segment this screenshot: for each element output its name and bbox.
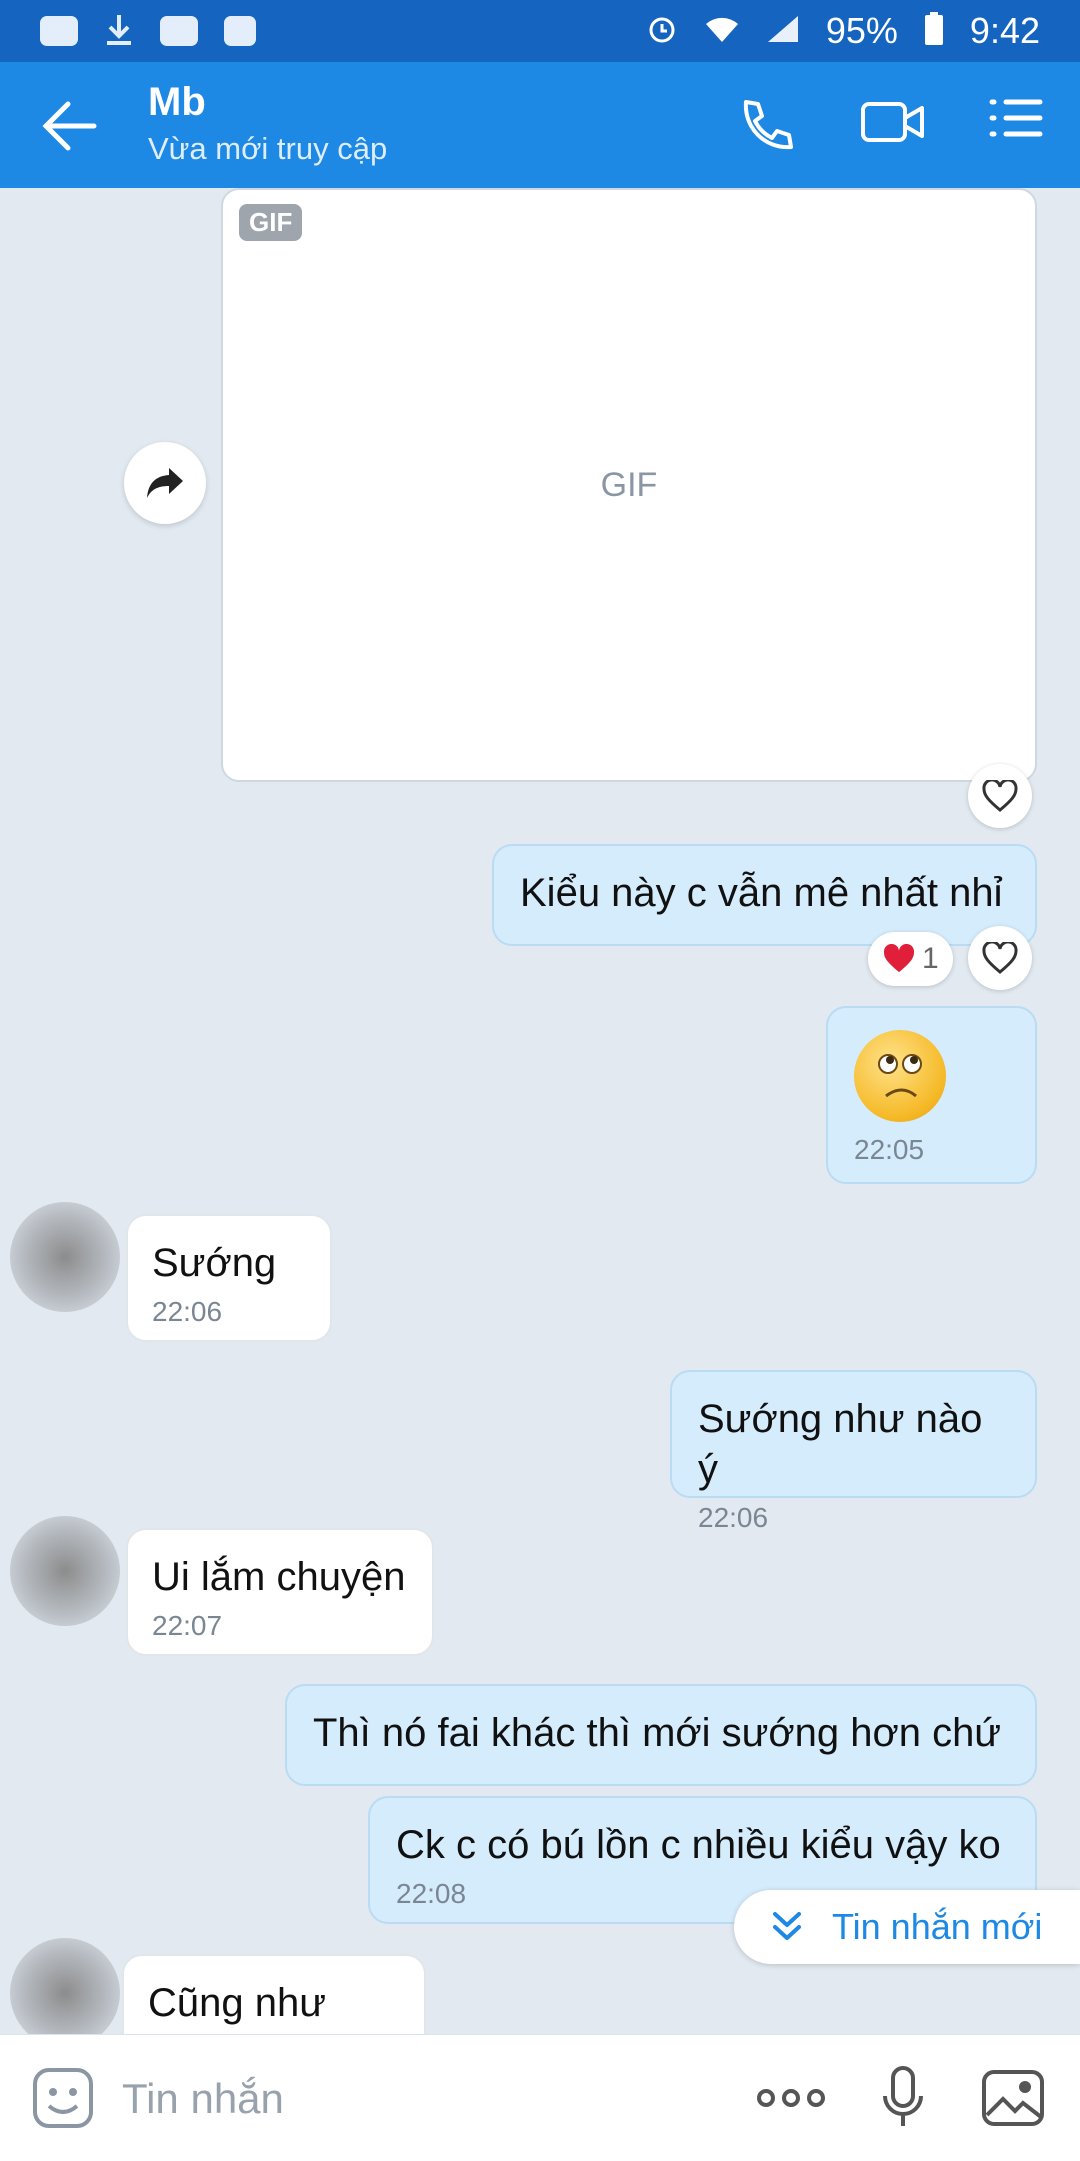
new-messages-label: Tin nhắn mới [832, 1906, 1043, 1947]
message-bubble-outgoing[interactable]: 22:05 [826, 1006, 1037, 1184]
like-button[interactable] [968, 764, 1032, 828]
message-bubble-incoming[interactable]: Sướng 22:06 [126, 1214, 332, 1342]
message-notification-icon [160, 16, 198, 46]
more-options-button[interactable] [756, 2065, 826, 2131]
message-bubble-incoming[interactable]: Ui lắm chuyện 22:07 [126, 1528, 434, 1656]
gallery-notification-icon [224, 16, 256, 46]
microphone-icon [883, 2066, 923, 2126]
reaction-summary[interactable]: 1 [868, 932, 953, 986]
message-bubble-outgoing[interactable]: Sướng như nào ý 22:06 [670, 1370, 1037, 1533]
more-dots-icon [757, 2089, 825, 2107]
image-gallery-icon [982, 2070, 1044, 2126]
message-text: Thì nó fai khác thì mới sướng hơn chứ [313, 1711, 1002, 1755]
thinking-emoji-icon [854, 1030, 946, 1122]
voice-message-button[interactable] [868, 2065, 938, 2131]
message-bubble-outgoing[interactable]: Kiểu này c vẫn mê nhất nhỉ [492, 844, 1037, 946]
message-time: 22:05 [854, 1134, 925, 1165]
battery-icon [924, 11, 944, 51]
message-text: Ck c có bú lồn c nhiều kiểu vậy ko [396, 1823, 1001, 1867]
reaction-count: 1 [922, 942, 939, 975]
red-heart-icon [883, 944, 915, 973]
message-list[interactable]: GIF GIF Kiểu này c vẫn mê nhất nhỉ 1 22:… [0, 188, 1080, 2034]
contact-info[interactable]: Mb Vừa mới truy cập [148, 80, 387, 167]
video-call-button[interactable] [860, 96, 924, 156]
signal-icon [766, 14, 800, 49]
gif-message[interactable]: GIF GIF [221, 188, 1037, 782]
forward-button[interactable] [124, 442, 206, 524]
voice-call-button[interactable] [736, 96, 800, 156]
battery-percent: 95% [825, 10, 898, 51]
gif-placeholder-label: GIF [600, 465, 658, 504]
heart-outline-icon [982, 780, 1018, 812]
message-input[interactable] [120, 2071, 724, 2127]
contact-avatar[interactable] [10, 1938, 120, 2034]
wifi-icon [704, 14, 740, 49]
contact-status: Vừa mới truy cập [148, 131, 388, 166]
chat-header: Mb Vừa mới truy cập [0, 62, 1080, 188]
heart-outline-icon [982, 942, 1018, 974]
phone-icon [743, 100, 793, 150]
list-menu-icon [989, 99, 1043, 137]
emoji-sticker-icon [33, 2068, 93, 2128]
double-chevron-down-icon [773, 1912, 801, 1940]
new-messages-button[interactable]: Tin nhắn mới [734, 1890, 1080, 1964]
send-image-button[interactable] [978, 2065, 1048, 2131]
alarm-icon [646, 13, 678, 50]
youtube-notification-icon [40, 16, 78, 46]
menu-button[interactable] [988, 96, 1052, 156]
message-text: Kiểu này c vẫn mê nhất nhỉ [520, 871, 1003, 915]
message-time: 22:06 [152, 1296, 223, 1327]
message-bubble-incoming[interactable]: Cũng như vậy [122, 1954, 426, 2034]
video-camera-icon [861, 102, 924, 142]
download-notification-icon [104, 13, 134, 50]
message-time: 22:07 [152, 1610, 223, 1641]
contact-avatar[interactable] [10, 1202, 120, 1312]
share-arrow-icon [147, 468, 183, 498]
gif-badge: GIF [239, 204, 303, 241]
back-button[interactable] [40, 98, 100, 154]
contact-name: Mb [148, 80, 206, 124]
clock: 9:42 [969, 10, 1040, 51]
sticker-button[interactable] [28, 2065, 98, 2131]
like-button[interactable] [968, 926, 1032, 990]
message-text: Sướng [152, 1241, 277, 1285]
message-bubble-outgoing[interactable]: Thì nó fai khác thì mới sướng hơn chứ [285, 1684, 1037, 1786]
message-text: Cũng như vậy [148, 1981, 327, 2034]
contact-avatar[interactable] [10, 1516, 120, 1626]
arrow-left-icon [42, 101, 97, 151]
message-time: 22:06 [698, 1502, 769, 1533]
status-bar: 95% 9:42 [0, 0, 1080, 62]
message-input-bar [0, 2034, 1080, 2161]
message-text: Sướng như nào ý [698, 1397, 983, 1491]
message-text: Ui lắm chuyện [152, 1555, 406, 1599]
